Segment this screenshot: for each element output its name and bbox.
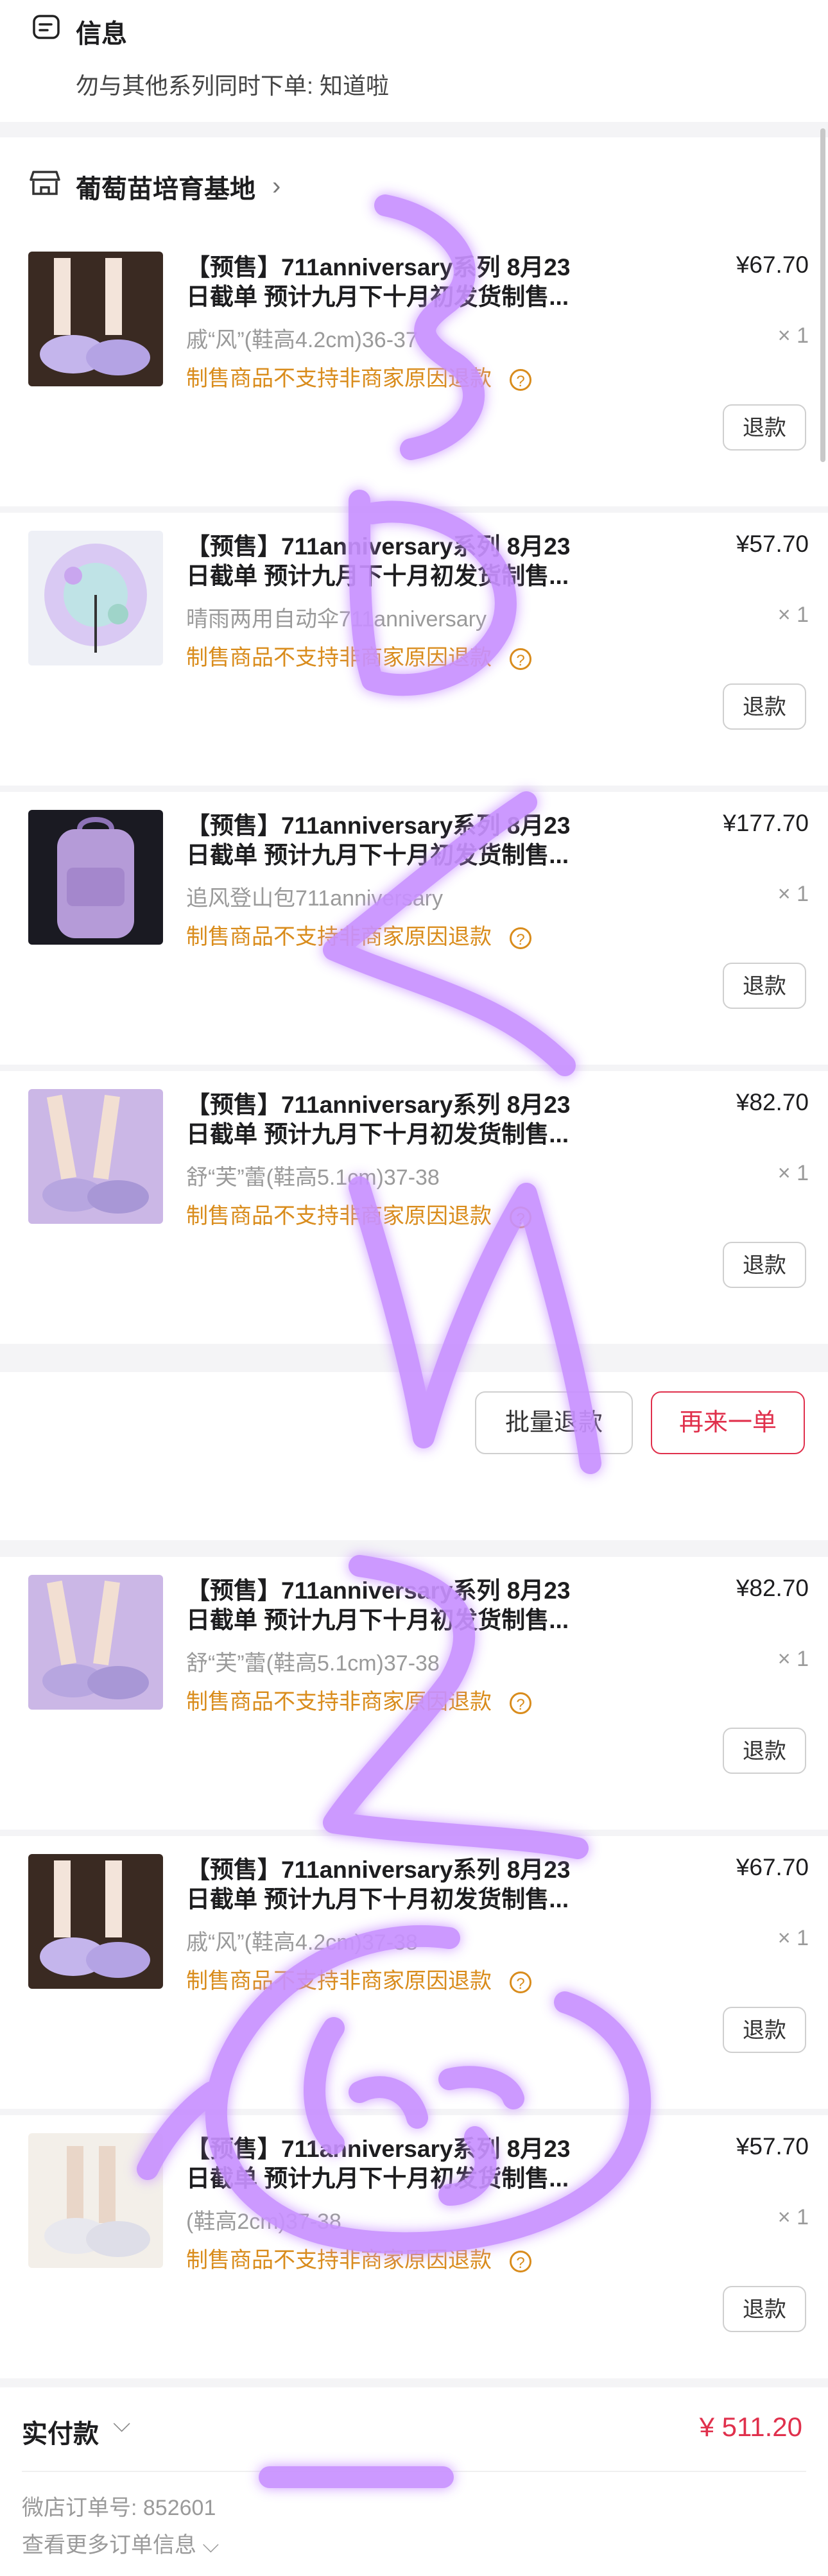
order-item[interactable]: 【预售】711anniversary系列 8月23 日截单 预计九月下十月初发货制… <box>0 513 828 789</box>
product-quantity: × 1 <box>777 882 809 906</box>
product-variant: 舒“芙”蕾(鞋高5.1cm)37-38 <box>186 1651 440 1676</box>
product-thumbnail[interactable] <box>28 810 163 945</box>
product-price: ¥177.70 <box>723 810 809 836</box>
section-gap <box>0 1065 828 1071</box>
product-thumbnail[interactable] <box>28 1575 163 1710</box>
refund-notice: 制售商品不支持非商家原因退款? <box>186 361 531 392</box>
product-price: ¥67.70 <box>736 252 809 278</box>
refund-button[interactable]: 退款 <box>723 2007 806 2053</box>
order-item[interactable]: 【预售】711anniversary系列 8月23 日截单 预计九月下十月初发货制… <box>0 1557 828 1833</box>
refund-button[interactable]: 退款 <box>723 2286 806 2332</box>
question-icon[interactable]: ? <box>510 648 531 671</box>
refund-notice: 制售商品不支持非商家原因退款? <box>186 919 531 950</box>
product-variant: 戚“风”(鞋高4.2cm)37-38 <box>186 1930 418 1955</box>
section-gap <box>0 1830 828 1836</box>
order-item[interactable]: 【预售】711anniversary系列 8月23 日截单 预计九月下十月初发货制… <box>0 1836 828 2112</box>
question-icon[interactable]: ? <box>510 1692 531 1715</box>
order-number: 微店订单号: 852601 <box>22 2496 216 2520</box>
scrollbar[interactable] <box>820 128 825 462</box>
product-quantity: × 1 <box>777 323 809 348</box>
refund-notice: 制售商品不支持非商家原因退款? <box>186 2242 531 2274</box>
section-gap <box>0 506 828 513</box>
refund-button[interactable]: 退款 <box>723 963 806 1009</box>
divider <box>22 2471 806 2472</box>
chevron-down-icon[interactable]: ⌵ <box>113 2410 130 2438</box>
product-thumbnail[interactable] <box>28 2133 163 2268</box>
product-quantity: × 1 <box>777 603 809 627</box>
section-gap <box>0 2109 828 2115</box>
product-price: ¥82.70 <box>736 1575 809 1601</box>
more-order-info-link[interactable]: 查看更多订单信息 ⌵ <box>22 2527 219 2559</box>
total-amount: ¥ 511.20 <box>699 2412 802 2442</box>
info-message: 勿与其他系列同时下单: 知道啦 <box>76 73 390 99</box>
question-icon[interactable]: ? <box>510 2251 531 2273</box>
section-gap <box>0 1344 828 1372</box>
section-gap <box>0 786 828 792</box>
question-icon[interactable]: ? <box>510 927 531 950</box>
store-name[interactable]: 葡萄苗培育基地 <box>76 168 255 205</box>
buy-again-button[interactable]: 再来一单 <box>651 1391 805 1454</box>
product-title[interactable]: 【预售】711anniversary系列 8月23 日截单 预计九月下十月初发货制… <box>186 1576 623 1635</box>
order-item[interactable]: 【预售】711anniversary系列 8月23 日截单 预计九月下十月初发货制… <box>0 2115 828 2391</box>
refund-notice: 制售商品不支持非商家原因退款? <box>186 1684 531 1715</box>
order-item[interactable]: 【预售】711anniversary系列 8月23 日截单 预计九月下十月初发货制… <box>0 234 828 510</box>
product-variant: 追风登山包711anniversary <box>186 886 443 911</box>
product-title[interactable]: 【预售】711anniversary系列 8月23 日截单 预计九月下十月初发货制… <box>186 1855 623 1914</box>
batch-refund-button[interactable]: 批量退款 <box>475 1391 633 1454</box>
product-thumbnail[interactable] <box>28 1089 163 1224</box>
refund-notice: 制售商品不支持非商家原因退款? <box>186 640 531 671</box>
product-quantity: × 1 <box>777 2205 809 2229</box>
refund-button[interactable]: 退款 <box>723 1728 806 1774</box>
product-quantity: × 1 <box>777 1926 809 1950</box>
product-variant: 晴雨两用自动伞711anniversary <box>186 607 487 631</box>
product-title[interactable]: 【预售】711anniversary系列 8月23 日截单 预计九月下十月初发货制… <box>186 2134 623 2194</box>
refund-notice: 制售商品不支持非商家原因退款? <box>186 1198 531 1230</box>
order-actions: 批量退款 再来一单 <box>0 1372 828 1540</box>
product-variant: 戚“风”(鞋高4.2cm)36-37 <box>186 328 418 352</box>
chevron-right-icon: › <box>272 172 281 200</box>
product-title[interactable]: 【预售】711anniversary系列 8月23 日截单 预计九月下十月初发货制… <box>186 532 623 591</box>
product-price: ¥57.70 <box>736 531 809 557</box>
product-thumbnail[interactable] <box>28 531 163 665</box>
product-variant: 舒“芙”蕾(鞋高5.1cm)37-38 <box>186 1165 440 1190</box>
product-price: ¥67.70 <box>736 1854 809 1880</box>
product-price: ¥57.70 <box>736 2133 809 2160</box>
product-variant: (鞋高2cm)37-38 <box>186 2210 341 2234</box>
section-gap <box>0 1540 828 1557</box>
order-item[interactable]: 【预售】711anniversary系列 8月23 日截单 预计九月下十月初发货制… <box>0 1071 828 1347</box>
question-icon[interactable]: ? <box>510 369 531 391</box>
refund-button[interactable]: 退款 <box>723 1242 806 1288</box>
section-gap <box>0 2378 828 2387</box>
product-thumbnail[interactable] <box>28 1854 163 1989</box>
question-icon[interactable]: ? <box>510 1206 531 1229</box>
refund-button[interactable]: 退款 <box>723 683 806 730</box>
product-title[interactable]: 【预售】711anniversary系列 8月23 日截单 预计九月下十月初发货制… <box>186 253 623 312</box>
product-title[interactable]: 【预售】711anniversary系列 8月23 日截单 预计九月下十月初发货制… <box>186 811 623 870</box>
product-thumbnail[interactable] <box>28 252 163 386</box>
info-title: 信息 <box>76 20 127 48</box>
question-icon[interactable]: ? <box>510 1971 531 1994</box>
total-label[interactable]: 实付款 <box>22 2413 99 2450</box>
refund-button[interactable]: 退款 <box>723 404 806 451</box>
message-icon <box>33 15 60 39</box>
product-price: ¥82.70 <box>736 1089 809 1115</box>
info-card: 信息 勿与其他系列同时下单: 知道啦 <box>0 0 828 122</box>
refund-notice: 制售商品不支持非商家原因退款? <box>186 1963 531 1995</box>
order-item[interactable]: 【预售】711anniversary系列 8月23 日截单 预计九月下十月初发货制… <box>0 792 828 1068</box>
product-title[interactable]: 【预售】711anniversary系列 8月23 日截单 预计九月下十月初发货制… <box>186 1090 623 1149</box>
product-quantity: × 1 <box>777 1647 809 1671</box>
store-icon <box>30 171 60 195</box>
product-quantity: × 1 <box>777 1161 809 1185</box>
